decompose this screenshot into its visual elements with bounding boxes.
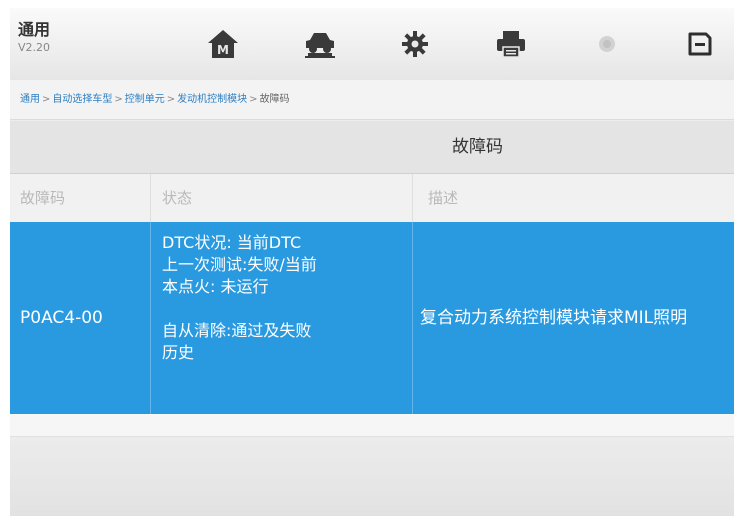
home-icon: M: [208, 30, 238, 58]
empty-table-area: [10, 437, 734, 516]
breadcrumb-current: 故障码: [259, 94, 290, 105]
status-line: 上一次测试:失败/当前: [162, 255, 317, 274]
diagnostic-screen: 通用 V2.20 M 通用 > 自动选择车型 > 控制单元 > 发动机控制模块 …: [10, 8, 734, 516]
settings-button[interactable]: [395, 26, 435, 62]
dtc-code: P0AC4-00: [20, 308, 103, 328]
vehicle-button[interactable]: [300, 26, 340, 62]
table-header: 故障码 状态 描述: [10, 174, 734, 223]
home-button[interactable]: M: [203, 26, 243, 62]
printer-icon: [497, 31, 525, 58]
record-button[interactable]: [587, 26, 627, 62]
print-button[interactable]: [491, 26, 531, 62]
app-name: 通用: [18, 20, 51, 39]
column-divider: [412, 174, 413, 222]
svg-text:M: M: [217, 43, 229, 57]
section-title-bar: 故障码: [10, 121, 734, 174]
status-line: 历史: [162, 343, 195, 362]
save-icon: [688, 32, 712, 56]
record-icon: [599, 36, 615, 52]
dtc-status: DTC状况: 当前DTC 上一次测试:失败/当前 本点火: 未运行 自从清除:通…: [162, 232, 412, 364]
section-title: 故障码: [452, 137, 503, 157]
breadcrumb-link[interactable]: 通用: [20, 94, 40, 105]
column-divider: [150, 222, 151, 414]
status-gap: [162, 298, 412, 320]
status-line: DTC状况: 当前DTC: [162, 233, 302, 252]
brand: 通用 V2.20: [18, 20, 50, 56]
gear-icon: [402, 31, 428, 57]
column-header-description: 描述: [428, 189, 459, 207]
breadcrumb-link[interactable]: 控制单元: [125, 94, 165, 105]
status-line: 自从清除:通过及失败: [162, 321, 312, 340]
breadcrumb-link[interactable]: 发动机控制模块: [177, 94, 247, 105]
column-header-status: 状态: [162, 189, 193, 207]
breadcrumb-separator: >: [42, 94, 51, 105]
save-button[interactable]: [680, 26, 720, 62]
empty-table-row: [10, 414, 734, 437]
column-header-code: 故障码: [20, 189, 66, 207]
car-icon: [305, 33, 335, 58]
top-toolbar: 通用 V2.20 M: [10, 8, 734, 81]
status-line: 本点火: 未运行: [162, 277, 269, 296]
breadcrumb-separator: >: [166, 94, 176, 105]
dtc-row-selected[interactable]: P0AC4-00 DTC状况: 当前DTC 上一次测试:失败/当前 本点火: 未…: [10, 222, 734, 414]
breadcrumb-link[interactable]: 自动选择车型: [52, 94, 112, 105]
column-divider: [150, 174, 151, 222]
breadcrumb: 通用 > 自动选择车型 > 控制单元 > 发动机控制模块 > 故障码: [10, 80, 734, 120]
column-divider: [412, 222, 413, 414]
breadcrumb-separator: >: [249, 94, 258, 105]
dtc-description: 复合动力系统控制模块请求MIL照明: [420, 308, 688, 328]
app-version: V2.20: [18, 41, 51, 54]
breadcrumb-separator: >: [114, 94, 123, 105]
